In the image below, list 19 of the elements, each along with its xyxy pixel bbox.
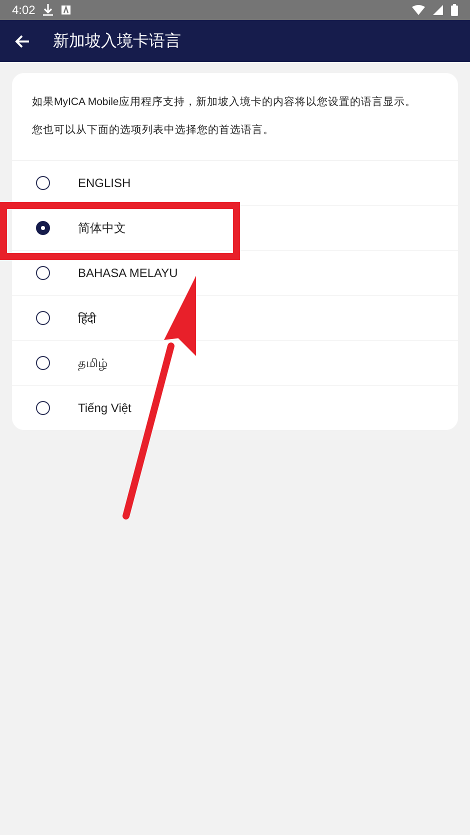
- notification-icon: [61, 5, 72, 15]
- radio-button[interactable]: [36, 176, 50, 190]
- intro-text: 您也可以从下面的选项列表中选择您的首选语言。: [32, 123, 275, 137]
- language-option[interactable]: ENGLISH: [12, 161, 458, 206]
- radio-button[interactable]: [36, 221, 50, 235]
- download-icon: [43, 4, 54, 16]
- radio-button[interactable]: [36, 266, 50, 280]
- intro-text: 如果MyICA Mobile应用程序支持，新加坡入境卡的内容将以您设置的语言显示。: [32, 95, 417, 109]
- radio-button[interactable]: [36, 311, 50, 325]
- wifi-icon: [412, 5, 425, 15]
- battery-icon: [451, 4, 458, 16]
- status-time: 4:02: [12, 3, 36, 17]
- back-arrow-icon[interactable]: [15, 34, 29, 48]
- radio-button[interactable]: [36, 401, 50, 415]
- signal-icon: [433, 5, 443, 15]
- radio-button[interactable]: [36, 356, 50, 370]
- language-option[interactable]: Tiếng Việt: [12, 386, 458, 430]
- language-option[interactable]: 简体中文: [12, 206, 458, 251]
- screen-title: 新加坡入境卡语言: [53, 32, 181, 52]
